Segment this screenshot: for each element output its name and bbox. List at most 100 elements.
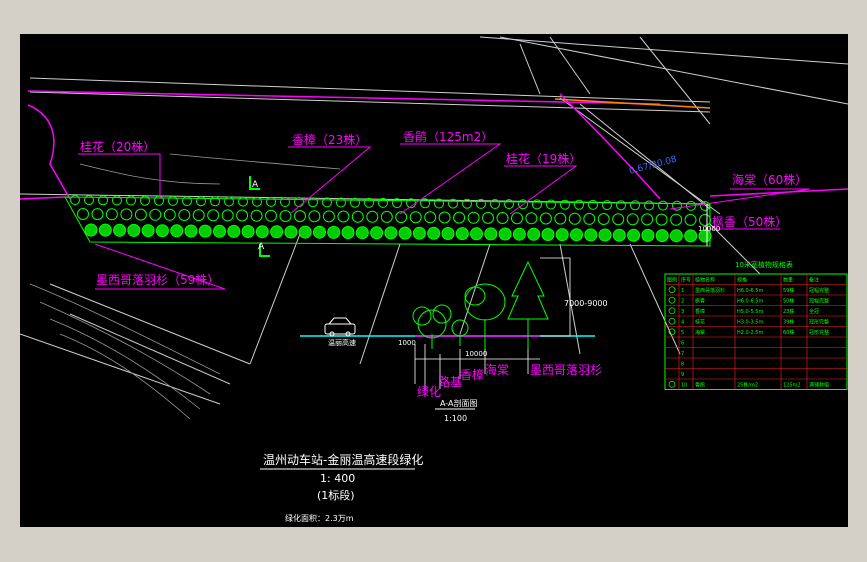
plant-symbol [453,211,466,224]
plant-symbol [250,209,263,222]
plant-symbol [616,200,626,211]
table-cell: 9 [681,372,684,378]
table-cell: 23株 [783,308,794,315]
plant-symbol [327,225,341,239]
plant-symbol [105,208,118,221]
plant-symbol [602,200,612,211]
table-cell: 桂花 [695,319,705,326]
plant-symbol [294,197,304,208]
table-cell: 7 [681,351,684,357]
plant-symbol [626,213,639,226]
section-scale: 1:100 [444,414,467,423]
plant-symbol [380,210,393,223]
plant-symbol [655,229,669,243]
plant-symbol [398,226,412,240]
table-cell: 墨西哥落羽杉 [695,287,725,294]
plant-symbol [641,213,654,226]
plant-symbol [270,225,284,239]
section-mark-a1: A [252,180,259,190]
label-xiangzhang: 香樟（23株） [292,132,367,147]
plant-symbol [178,209,191,221]
plant-symbol [308,197,318,208]
table-cell: 125m2 [783,383,801,389]
table-cell: 50株 [783,298,794,305]
plant-symbol [255,225,269,239]
legend-symbol [668,286,676,294]
table-cell: 8 [681,362,684,368]
cyan-survey-text: 0.67/30.08 [628,155,678,177]
plant-symbol [341,226,355,239]
table-cell: H3.0-3.5m [737,320,763,326]
table-cell: 香樟 [695,308,705,315]
plant-symbol [351,210,364,223]
drawing-note: 绿化面积：2.3万m [285,513,354,523]
table-cell: 冠幅完整 [809,298,829,305]
table-title: 10米宽植物规格表 [735,260,793,269]
plant-symbol [525,212,538,225]
legend-symbol [668,296,676,304]
plant-symbol [470,227,483,241]
plant-symbol [127,223,141,237]
spec-table: 10米宽植物规格表图例 序号 植物名称 规格 数量 备注 1 墨西哥落羽杉 H6.0-6.5m 5… [664,260,848,390]
plant-symbol [669,229,683,243]
table-cell: 海棠 [695,329,705,336]
plant-symbol [355,226,369,240]
plant-symbol [441,227,455,240]
plant-symbol [598,228,612,242]
plant-symbol [207,209,220,222]
section-callout-2: 路基 [438,374,462,389]
plant-symbol [170,224,184,238]
plant-symbol [511,212,523,225]
plant-symbol [412,226,426,240]
plant-symbol [84,223,98,237]
section-width-dim: 10000 [465,350,487,358]
tree-camphor [464,283,506,349]
drawing-canvas[interactable]: 0.67/30.08 A A 桂花（20株） 香樟（23株） 香鹃（125m2）… [19,34,849,527]
plant-symbol [496,212,509,224]
table-cell: 冠形完整 [809,329,829,336]
plant-symbol [265,209,277,222]
plant-symbol [627,228,641,242]
table-cell: 枫香 [695,298,705,305]
table-header: 备注 [809,277,819,284]
plant-symbol [438,211,451,224]
plant-symbol [597,213,610,225]
legend-symbol [668,380,676,388]
plant-symbol [113,223,127,237]
planting-strip [64,195,712,247]
table-cell: 冠形完整 [809,319,829,326]
plant-symbol [482,211,494,224]
plant-symbol [141,224,155,238]
plant-symbol [322,197,332,208]
plant-symbol [252,196,262,207]
section-road-label: 温丽高速 [328,338,356,347]
orange-line [554,98,711,109]
section-view: 温丽高速 7000-9000 10000 1000 绿化 路基 香樟 海棠 墨西… [300,257,608,423]
table-cell: 39株 [783,319,794,326]
table-cell: 冠幅完整 [809,287,829,294]
plant-symbol [570,228,583,242]
plant-symbol [284,225,298,239]
table-cell: 10 [681,383,687,389]
label-guihua-left: 桂花（20株） [80,139,155,154]
plant-symbol [484,227,498,241]
plant-symbol [298,225,312,239]
plant-symbol [149,208,162,221]
table-cell: H2.0-2.5m [737,330,763,336]
label-moxige: 墨西哥落羽杉（59株） [96,272,219,287]
plant-symbol [198,224,212,238]
table-cell: 4 [681,320,684,326]
plant-symbol [155,224,169,238]
label-guihua-right: 桂花（19株） [506,151,581,166]
table-cell: 香鹃 [695,382,705,389]
plant-symbol [384,226,398,240]
drawing-title: 温州动车站-金丽温高速段绿化 [263,452,423,467]
section-height-dim: 7000-9000 [564,299,608,308]
plant-symbol [588,199,598,210]
plant-symbol [364,197,374,208]
plant-symbol [424,211,437,224]
plant-symbol [221,209,234,222]
section-mark-a2: A [258,242,265,252]
plant-symbol [612,228,626,242]
plant-symbol [641,228,655,242]
